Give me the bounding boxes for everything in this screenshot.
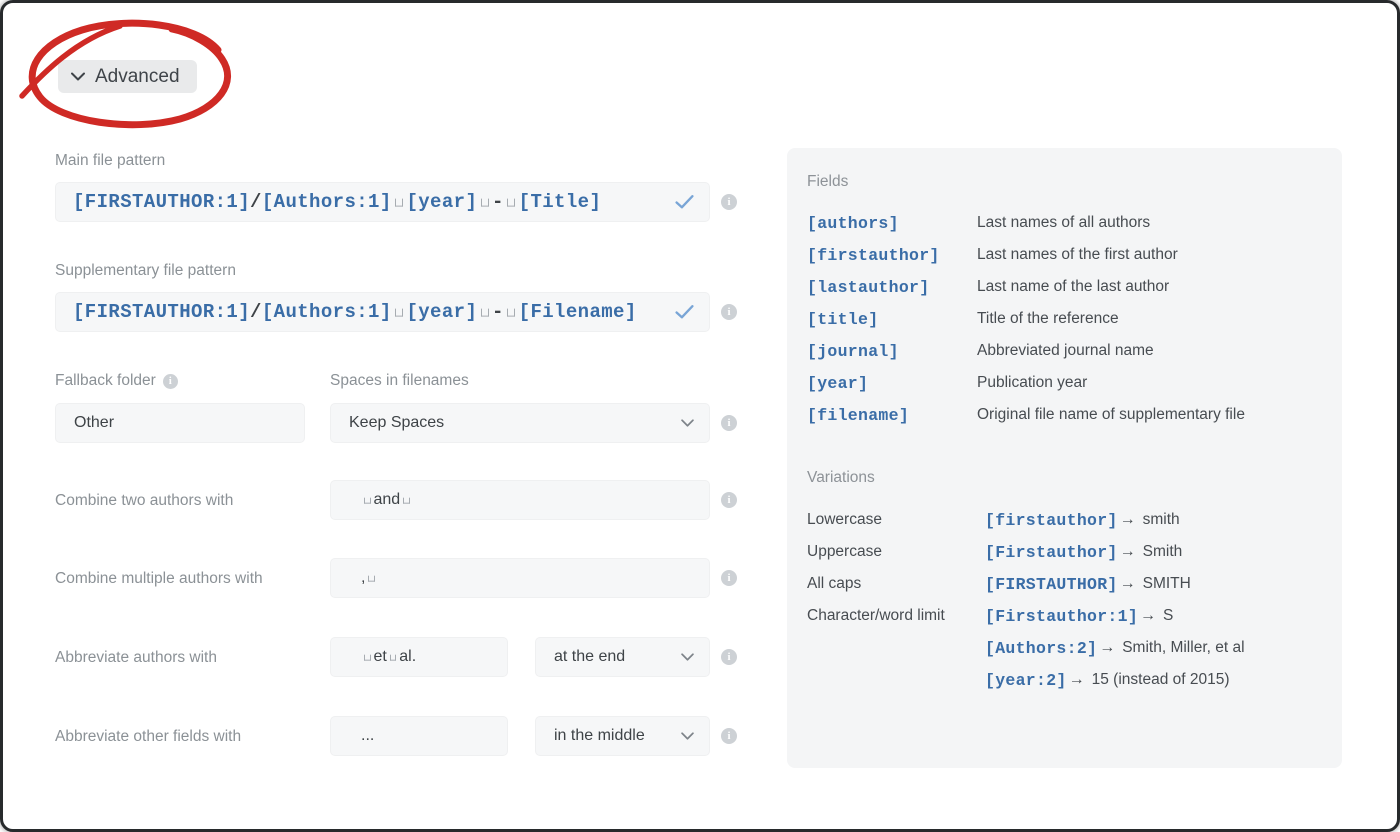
field-code: [lastauthor] bbox=[807, 271, 977, 303]
main-pattern-value: [FIRSTAUTHOR:1]/[Authors:1][year]-[Title… bbox=[73, 191, 601, 213]
field-desc: Original file name of supplementary file bbox=[977, 399, 1245, 431]
chevron-down-icon bbox=[681, 732, 694, 740]
arrow-icon: → bbox=[1069, 671, 1085, 689]
info-icon[interactable]: i bbox=[721, 570, 737, 586]
arrow-icon: → bbox=[1140, 607, 1156, 625]
field-desc: Last names of all authors bbox=[977, 207, 1245, 239]
spaces-in-filenames-label: Spaces in filenames bbox=[330, 372, 469, 390]
info-icon[interactable]: i bbox=[721, 728, 737, 744]
variation-label: All caps bbox=[807, 568, 985, 600]
variation-row: Uppercase [Firstauthor] → Smith bbox=[807, 536, 1245, 568]
abbreviate-authors-position-select[interactable]: at the end bbox=[535, 637, 710, 677]
example-code: [firstauthor] bbox=[985, 511, 1118, 530]
example-code: [Firstauthor:1] bbox=[985, 607, 1138, 626]
info-icon[interactable]: i bbox=[721, 492, 737, 508]
variation-label: Lowercase bbox=[807, 504, 985, 536]
variation-label: Uppercase bbox=[807, 536, 985, 568]
example-code: [Firstauthor] bbox=[985, 543, 1118, 562]
field-desc: Abbreviated journal name bbox=[977, 335, 1245, 367]
variation-label: Character/word limit bbox=[807, 600, 985, 696]
info-icon[interactable]: i bbox=[721, 194, 737, 210]
field-code: [title] bbox=[807, 303, 977, 335]
combine-multiple-authors-input[interactable]: , bbox=[330, 558, 710, 598]
fallback-folder-input[interactable]: Other bbox=[55, 403, 305, 443]
abbreviate-other-fields-label: Abbreviate other fields with bbox=[55, 728, 241, 746]
variation-row: Character/word limit [Firstauthor:1] → S… bbox=[807, 600, 1245, 696]
info-icon[interactable]: i bbox=[721, 415, 737, 431]
field-desc: Last names of the first author bbox=[977, 239, 1245, 271]
info-icon[interactable]: i bbox=[721, 304, 737, 320]
arrow-icon: → bbox=[1099, 639, 1115, 657]
field-desc: Title of the reference bbox=[977, 303, 1245, 335]
field-code: [filename] bbox=[807, 399, 977, 431]
example-result: S bbox=[1163, 607, 1173, 625]
supplementary-pattern-input[interactable]: [FIRSTAUTHOR:1]/[Authors:1][year]-[Filen… bbox=[55, 292, 710, 332]
variation-row: Lowercase [firstauthor] → smith bbox=[807, 504, 1245, 536]
chevron-down-icon bbox=[681, 653, 694, 661]
help-panel: Fields [authors] Last names of all autho… bbox=[787, 148, 1342, 768]
field-code: [journal] bbox=[807, 335, 977, 367]
variations-list: Lowercase [firstauthor] → smith Uppercas… bbox=[807, 504, 1245, 696]
supplementary-pattern-label: Supplementary file pattern bbox=[55, 262, 236, 280]
chevron-down-icon bbox=[71, 72, 85, 81]
example-result: Smith bbox=[1143, 543, 1183, 561]
field-desc: Publication year bbox=[977, 367, 1245, 399]
advanced-toggle-button[interactable]: Advanced bbox=[58, 60, 197, 93]
info-icon[interactable]: i bbox=[163, 374, 178, 389]
field-code: [firstauthor] bbox=[807, 239, 977, 271]
abbreviate-authors-input[interactable]: etal. bbox=[330, 637, 508, 677]
field-code: [authors] bbox=[807, 207, 977, 239]
main-pattern-input[interactable]: [FIRSTAUTHOR:1]/[Authors:1][year]-[Title… bbox=[55, 182, 710, 222]
variations-title: Variations bbox=[807, 469, 875, 487]
fields-list: [authors] Last names of all authors [fir… bbox=[807, 207, 1245, 431]
spaces-in-filenames-select[interactable]: Keep Spaces bbox=[330, 403, 710, 443]
info-icon[interactable]: i bbox=[721, 649, 737, 665]
chevron-down-icon bbox=[681, 419, 694, 427]
settings-page: Advanced Main file pattern [FIRSTAUTHOR:… bbox=[0, 0, 1400, 832]
example-result: 15 (instead of 2015) bbox=[1092, 671, 1230, 689]
combine-multiple-authors-label: Combine multiple authors with bbox=[55, 570, 263, 588]
field-desc: Last name of the last author bbox=[977, 271, 1245, 303]
arrow-icon: → bbox=[1120, 575, 1136, 593]
combine-two-authors-input[interactable]: and bbox=[330, 480, 710, 520]
abbreviate-authors-label: Abbreviate authors with bbox=[55, 649, 217, 667]
arrow-icon: → bbox=[1120, 543, 1136, 561]
abbreviate-other-fields-input[interactable]: ... bbox=[330, 716, 508, 756]
field-code: [year] bbox=[807, 367, 977, 399]
arrow-icon: → bbox=[1120, 511, 1136, 529]
fallback-folder-label: Fallback folder i bbox=[55, 372, 178, 390]
advanced-toggle-label: Advanced bbox=[95, 66, 180, 88]
abbreviate-other-fields-position-select[interactable]: in the middle bbox=[535, 716, 710, 756]
example-result: SMITH bbox=[1143, 575, 1191, 593]
valid-check-icon bbox=[675, 195, 694, 210]
supplementary-pattern-value: [FIRSTAUTHOR:1]/[Authors:1][year]-[Filen… bbox=[73, 301, 637, 323]
example-code: [year:2] bbox=[985, 671, 1067, 690]
example-code: [Authors:2] bbox=[985, 639, 1097, 658]
fields-title: Fields bbox=[807, 173, 848, 191]
variation-row: All caps [FIRSTAUTHOR] → SMITH bbox=[807, 568, 1245, 600]
example-result: smith bbox=[1143, 511, 1180, 529]
combine-two-authors-label: Combine two authors with bbox=[55, 492, 233, 510]
main-pattern-label: Main file pattern bbox=[55, 152, 165, 170]
example-code: [FIRSTAUTHOR] bbox=[985, 575, 1118, 594]
example-result: Smith, Miller, et al bbox=[1122, 639, 1244, 657]
valid-check-icon bbox=[675, 305, 694, 320]
